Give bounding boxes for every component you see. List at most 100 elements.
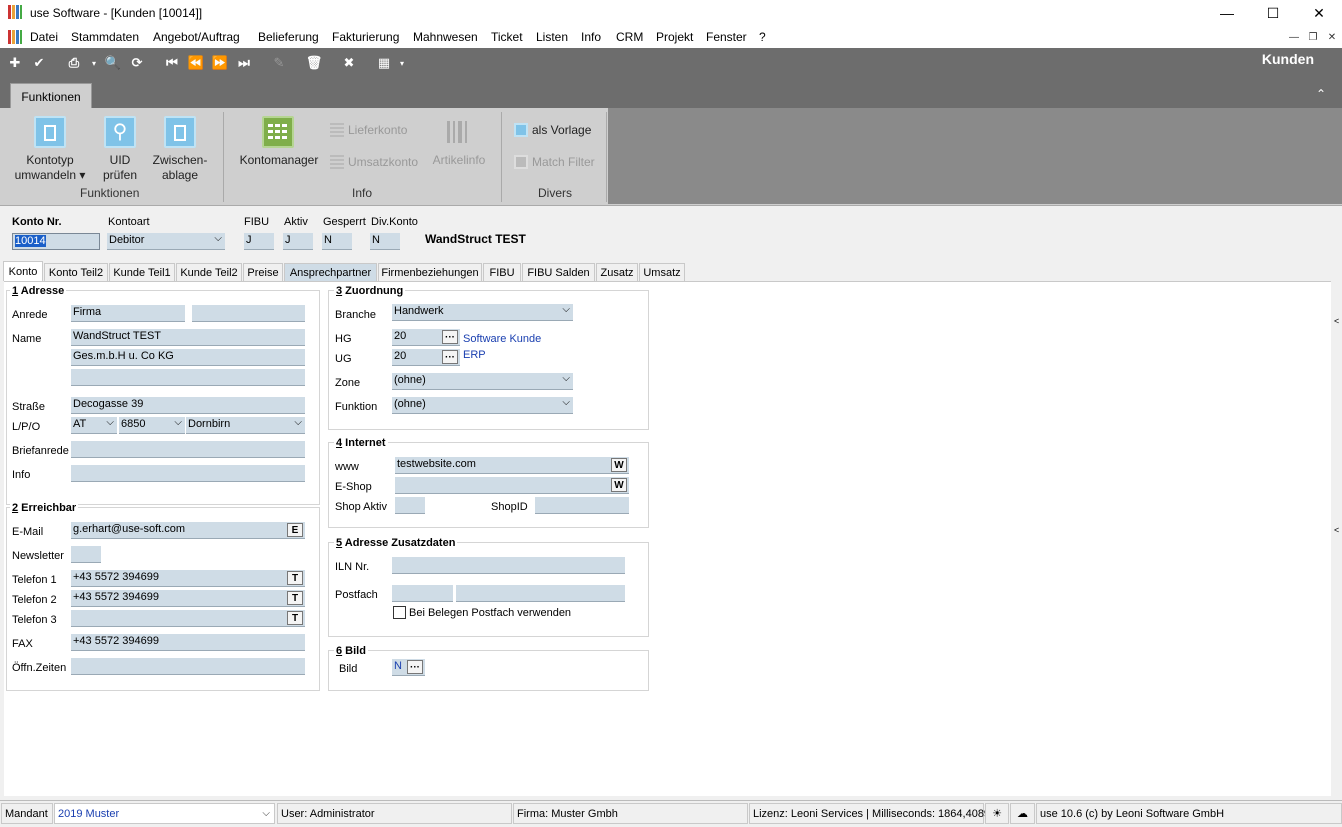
telefon1-input[interactable]: +43 5572 394699	[71, 570, 305, 587]
print-dropdown-icon[interactable]: ▾	[90, 55, 98, 71]
menu-listen[interactable]: Listen	[536, 30, 568, 44]
first-record-icon[interactable]: ⏮	[164, 55, 180, 71]
zwischenablage-button[interactable]: Zwischen- ablage	[150, 114, 210, 184]
name3-input[interactable]	[71, 369, 305, 386]
bild-lookup-button[interactable]: ···	[407, 660, 423, 674]
kontotyp-umwandeln-button[interactable]: Kontotyp umwandeln ▾	[10, 114, 90, 184]
menu-datei[interactable]: Datei	[30, 30, 58, 44]
scroll-left-icon[interactable]: <	[1334, 316, 1339, 326]
tab-umsatz[interactable]: Umsatz	[639, 263, 685, 281]
kontoart-select[interactable]: Debitor ⌵	[107, 233, 225, 250]
eshop-input[interactable]	[395, 477, 629, 494]
ribbon-tab-funktionen[interactable]: Funktionen	[10, 83, 92, 109]
tab-ansprechpartner[interactable]: Ansprechpartner	[284, 263, 377, 281]
als-vorlage-button[interactable]: als Vorlage	[514, 123, 591, 137]
ug-lookup-button[interactable]: ···	[442, 350, 458, 364]
iln-input[interactable]	[392, 557, 625, 574]
cancel-icon[interactable]: ✖	[341, 55, 357, 71]
minimize-button[interactable]: —	[1204, 0, 1250, 26]
shopid-input[interactable]	[535, 497, 629, 514]
tab-fibu[interactable]: FIBU	[483, 263, 521, 281]
mdi-close-icon[interactable]: ✕	[1324, 30, 1340, 44]
zone-select[interactable]: (ohne) ⌵	[392, 373, 573, 390]
lieferkonto-button[interactable]: Lieferkonto	[330, 123, 407, 137]
tab-konto[interactable]: Konto	[3, 261, 43, 281]
menu-help[interactable]: ?	[759, 30, 766, 44]
next-record-icon[interactable]: ⏩	[212, 55, 228, 71]
land-select[interactable]: AT ⌵	[71, 417, 117, 434]
telefon1-call-button[interactable]: T	[287, 571, 303, 585]
telefon3-call-button[interactable]: T	[287, 611, 303, 625]
postfach-plz-input[interactable]	[392, 585, 453, 602]
tab-zusatz[interactable]: Zusatz	[596, 263, 638, 281]
newsletter-input[interactable]	[71, 546, 101, 563]
telefon2-input[interactable]: +43 5572 394699	[71, 590, 305, 607]
menu-crm[interactable]: CRM	[616, 30, 643, 44]
menu-info[interactable]: Info	[581, 30, 601, 44]
delete-icon[interactable]: 🗑	[306, 55, 323, 71]
email-input[interactable]: g.erhart@use-soft.com	[71, 522, 305, 539]
name2-input[interactable]: Ges.m.b.H u. Co KG	[71, 349, 305, 366]
menu-mahnwesen[interactable]: Mahnwesen	[413, 30, 478, 44]
menu-fenster[interactable]: Fenster	[706, 30, 747, 44]
edit-icon[interactable]: ✎	[271, 55, 287, 71]
tab-kunde-teil1[interactable]: Kunde Teil1	[109, 263, 175, 281]
funktion-select[interactable]: (ohne) ⌵	[392, 397, 573, 414]
menu-angebot-auftrag[interactable]: Angebot/Auftrag	[153, 30, 240, 44]
sun-icon[interactable]: ☀	[985, 803, 1009, 824]
anrede-input[interactable]: Firma	[71, 305, 185, 322]
tab-kunde-teil2[interactable]: Kunde Teil2	[176, 263, 242, 281]
search-icon[interactable]: 🔍	[105, 55, 121, 71]
menu-stammdaten[interactable]: Stammdaten	[71, 30, 139, 44]
postfach-input[interactable]	[456, 585, 625, 602]
menu-ticket[interactable]: Ticket	[491, 30, 523, 44]
artikelinfo-button[interactable]: Artikelinfo	[430, 114, 488, 170]
fax-input[interactable]: +43 5572 394699	[71, 634, 305, 651]
kontomanager-button[interactable]: Kontomanager	[234, 114, 322, 170]
info-input[interactable]	[71, 465, 305, 482]
umsatzkonto-button[interactable]: Umsatzkonto	[330, 155, 418, 169]
tab-konto-teil2[interactable]: Konto Teil2	[44, 263, 108, 281]
strasse-input[interactable]: Decogasse 39	[71, 397, 305, 414]
menu-fakturierung[interactable]: Fakturierung	[332, 30, 399, 44]
last-record-icon[interactable]: ⏭	[236, 55, 252, 71]
email-send-button[interactable]: E	[287, 523, 303, 537]
tab-preise[interactable]: Preise	[243, 263, 283, 281]
mdi-restore-icon[interactable]: ❐	[1305, 30, 1321, 44]
prev-record-icon[interactable]: ⏪	[188, 55, 204, 71]
grid-dropdown-icon[interactable]: ▾	[398, 55, 406, 71]
tab-fibu-salden[interactable]: FIBU Salden	[522, 263, 595, 281]
briefanrede-input[interactable]	[71, 441, 305, 458]
close-button[interactable]: ✕	[1296, 0, 1342, 26]
ribbon-collapse-icon[interactable]: ⌃	[1316, 87, 1326, 101]
ort-select[interactable]: Dornbirn ⌵	[186, 417, 305, 434]
refresh-icon[interactable]: ⟳	[129, 55, 145, 71]
divkonto-input[interactable]: N	[370, 233, 400, 250]
www-open-button[interactable]: W	[611, 458, 627, 472]
konto-nr-input[interactable]: 10014	[12, 233, 100, 250]
shop-aktiv-input[interactable]	[395, 497, 425, 514]
fibu-input[interactable]: J	[244, 233, 274, 250]
oeffnungszeiten-input[interactable]	[71, 658, 305, 675]
postfach-checkbox[interactable]	[393, 606, 406, 619]
menu-belieferung[interactable]: Belieferung	[258, 30, 319, 44]
www-input[interactable]: testwebsite.com	[395, 457, 629, 474]
menu-projekt[interactable]: Projekt	[656, 30, 693, 44]
print-icon[interactable]: ⎙	[66, 55, 82, 71]
eshop-open-button[interactable]: W	[611, 478, 627, 492]
hg-lookup-button[interactable]: ···	[442, 330, 458, 344]
grid-icon[interactable]: ▦	[376, 55, 392, 71]
aktiv-input[interactable]: J	[283, 233, 313, 250]
mandant-select[interactable]: 2019 Muster ⌵	[54, 803, 275, 824]
plz-select[interactable]: 6850 ⌵	[119, 417, 185, 434]
telefon2-call-button[interactable]: T	[287, 591, 303, 605]
save-check-icon[interactable]: ✔	[31, 55, 47, 71]
branche-select[interactable]: Handwerk ⌵	[392, 304, 573, 321]
telefon3-input[interactable]	[71, 610, 305, 627]
anrede-zusatz-input[interactable]	[192, 305, 305, 322]
name1-input[interactable]: WandStruct TEST	[71, 329, 305, 346]
tab-firmenbeziehungen[interactable]: Firmenbeziehungen	[378, 263, 482, 281]
network-icon[interactable]: ☁	[1010, 803, 1035, 824]
uid-pruefen-button[interactable]: ⚲ UID prüfen	[96, 114, 144, 184]
scroll-left-icon[interactable]: <	[1334, 525, 1339, 535]
